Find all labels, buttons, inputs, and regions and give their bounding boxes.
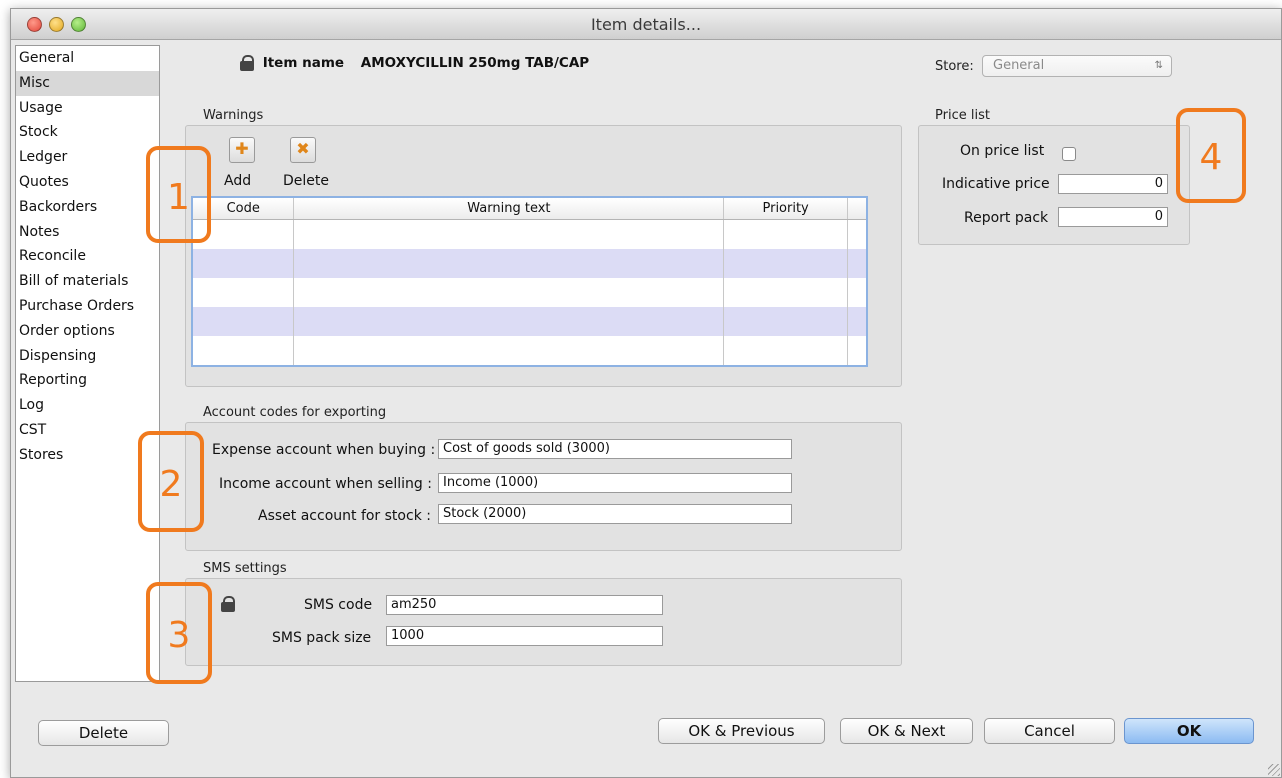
callout-3: 3 [146,582,212,684]
window-title: Item details... [590,15,702,34]
callout-2: 2 [138,431,204,532]
resize-grip-icon[interactable] [1268,764,1280,776]
expense-account-label: Expense account when buying : [212,442,436,458]
callout-4: 4 [1176,108,1246,203]
delete-warning-label: Delete [283,173,329,189]
table-row[interactable] [192,219,868,249]
sms-pack-size-field[interactable]: 1000 [386,626,663,646]
sidebar-item-misc[interactable]: Misc [16,70,159,96]
column-header-warning-text[interactable]: Warning text [293,197,725,220]
sidebar-item-dispensing[interactable]: Dispensing [16,344,159,369]
sidebar-item-reconcile[interactable]: Reconcile [16,244,159,269]
accounts-section-label: Account codes for exporting [203,405,387,420]
indicative-price-label: Indicative price [942,176,1050,192]
store-select[interactable]: General ⇅ [982,55,1172,77]
expense-account-field[interactable]: Cost of goods sold (3000) [438,439,792,459]
add-warning-label: Add [224,173,252,189]
price-list-section-label: Price list [935,108,990,123]
sms-section-label: SMS settings [203,561,287,576]
add-warning-button[interactable]: ✚ [229,137,255,163]
on-price-list-checkbox[interactable] [1062,147,1076,161]
income-account-label: Income account when selling : [219,476,432,492]
sidebar-item-general[interactable]: General [16,46,159,71]
sms-pack-size-label: SMS pack size [272,630,372,646]
sms-code-field[interactable]: am250 [386,595,663,615]
sidebar-item-stock[interactable]: Stock [16,120,159,145]
sidebar-item-log[interactable]: Log [16,393,159,418]
item-name-value: AMOXYCILLIN 250mg TAB/CAP [360,55,590,71]
delete-item-button[interactable]: Delete [38,720,169,746]
sidebar-item-purchase-orders[interactable]: Purchase Orders [16,294,159,319]
sidebar-item-quotes[interactable]: Quotes [16,170,159,195]
table-row[interactable] [192,278,868,307]
ok-button[interactable]: OK [1124,718,1254,744]
table-row[interactable] [192,307,868,336]
sidebar-item-backorders[interactable]: Backorders [16,195,159,220]
sms-lock-icon [221,596,235,612]
cancel-button[interactable]: Cancel [984,718,1115,744]
sidebar: General Misc Usage Stock Ledger Quotes Backord… [15,45,160,682]
delete-warning-button[interactable]: ✖ [290,137,316,163]
store-label: Store: [935,59,974,74]
asset-account-field[interactable]: Stock (2000) [438,504,792,524]
callout-1: 1 [146,146,211,243]
sidebar-item-ledger[interactable]: Ledger [16,145,159,170]
column-header-priority[interactable]: Priority [723,197,848,220]
lock-icon [240,55,254,71]
ok-next-button[interactable]: OK & Next [840,718,973,744]
updown-chevron-icon: ⇅ [1154,60,1163,71]
sms-code-label: SMS code [304,597,373,613]
warnings-section-label: Warnings [203,108,264,123]
sidebar-item-reporting[interactable]: Reporting [16,368,159,393]
indicative-price-field[interactable]: 0 [1058,174,1168,194]
store-select-value: General [993,58,1045,73]
income-account-field[interactable]: Income (1000) [438,473,792,493]
sidebar-item-notes[interactable]: Notes [16,220,159,245]
ok-previous-button[interactable]: OK & Previous [658,718,825,744]
table-row[interactable] [192,336,868,366]
report-pack-field[interactable]: 0 [1058,207,1168,227]
item-name-label: Item name [262,55,345,71]
sidebar-item-usage[interactable]: Usage [16,96,159,121]
sidebar-item-order-options[interactable]: Order options [16,319,159,344]
item-name-row: Item name AMOXYCILLIN 250mg TAB/CAP [240,55,589,71]
sidebar-list: General Misc Usage Stock Ledger Quotes Backord… [16,46,159,468]
sidebar-item-bill-of-materials[interactable]: Bill of materials [16,269,159,294]
asset-account-label: Asset account for stock : [258,508,431,524]
warnings-table[interactable]: Code Warning text Priority [191,196,868,367]
title-bar: Item details... [11,9,1281,40]
report-pack-label: Report pack [964,210,1049,226]
sms-group [185,578,902,666]
column-header-filler [847,197,868,220]
on-price-list-label: On price list [960,143,1045,159]
table-row[interactable] [192,249,868,278]
